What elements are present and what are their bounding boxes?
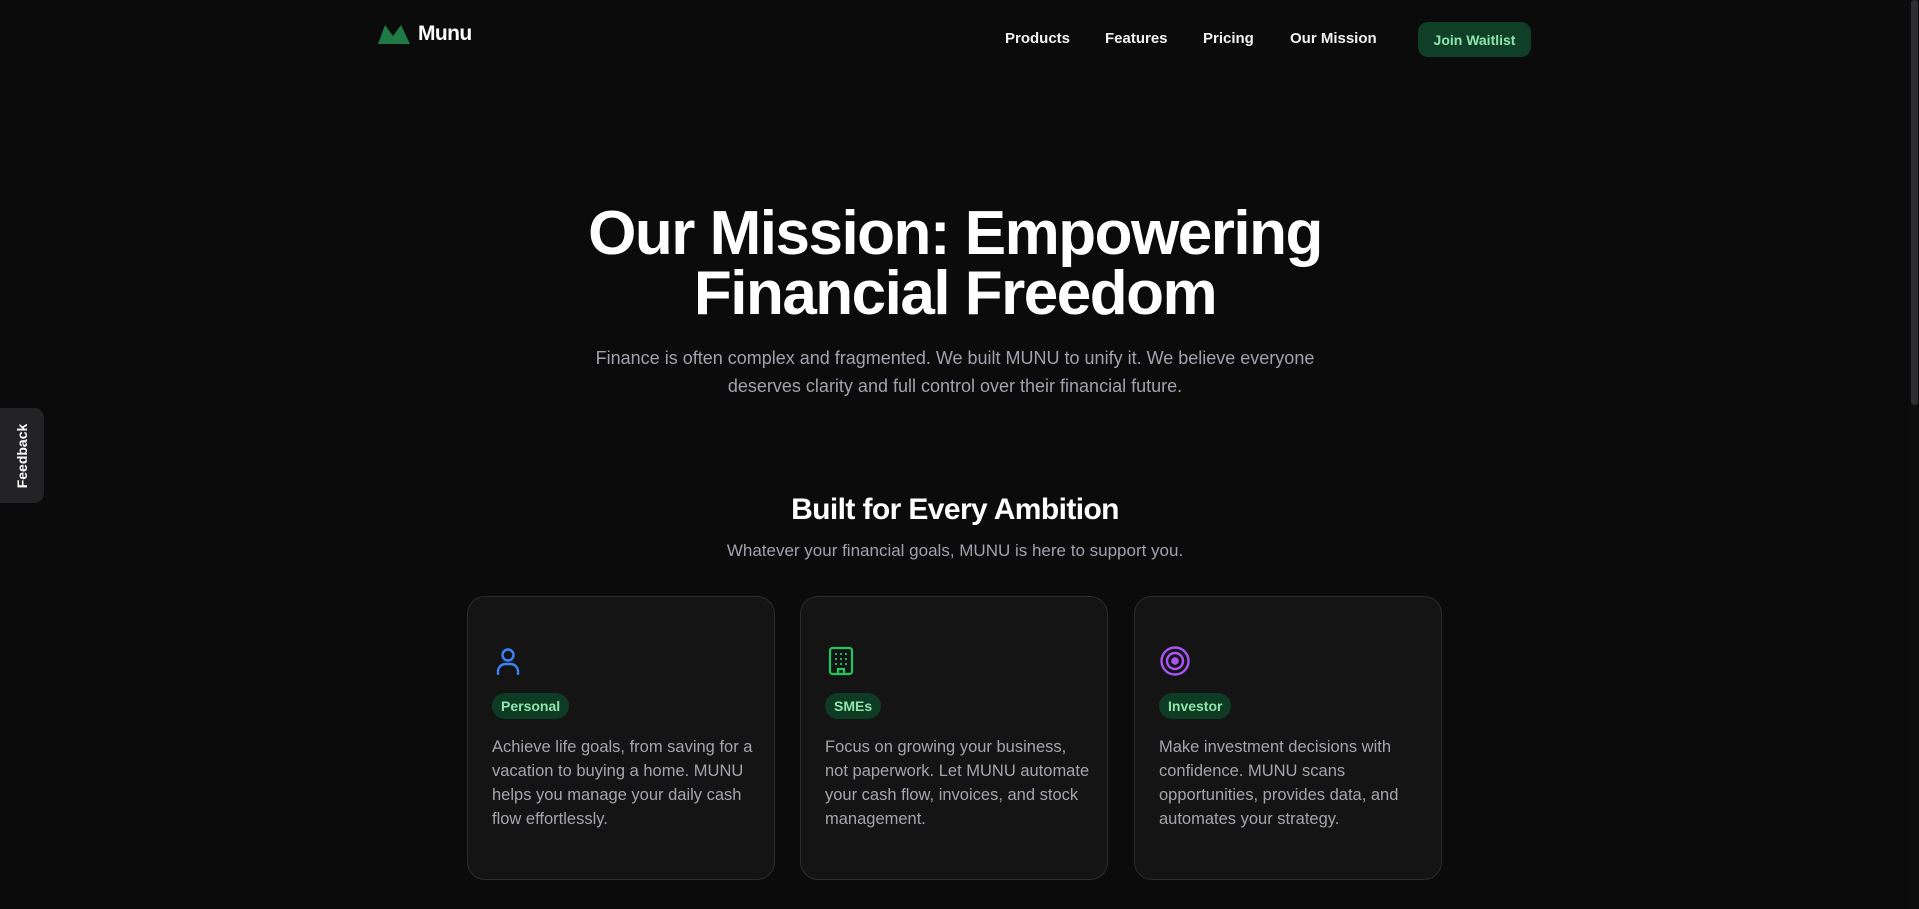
card-smes: SMEs Focus on growing your business, not…: [800, 596, 1108, 880]
building-icon: [825, 645, 857, 677]
card-description: Make investment decisions with confidenc…: [1159, 738, 1399, 828]
badge-personal: Personal: [492, 693, 570, 719]
nav-link-products[interactable]: Products: [1005, 30, 1070, 47]
section-title: Built for Every Ambition: [791, 493, 1119, 526]
scrollbar-thumb[interactable]: [1911, 0, 1918, 405]
join-waitlist-button[interactable]: Join Waitlist: [1418, 22, 1531, 57]
munu-logo-icon: [378, 25, 410, 44]
top-navbar: Munu Products Features Pricing Our Missi…: [0, 0, 1919, 80]
page-title-line-2: Financial Freedom: [693, 259, 1218, 328]
card-description: Focus on growing your business, not pape…: [825, 738, 1090, 828]
page-title: Our Mission: Empowering Financial Freedo…: [0, 199, 1910, 328]
hero-subtitle-line-1: Finance is often complex and fragmented.…: [595, 348, 1315, 368]
user-icon: [492, 645, 524, 677]
brand-name: Munu: [418, 22, 472, 45]
hero-subtitle: Finance is often complex and fragmented.…: [560, 344, 1350, 400]
card-description: Achieve life goals, from saving for a va…: [492, 738, 753, 828]
feedback-label: Feedback: [14, 423, 30, 488]
card-investor: Investor Make investment decisions with …: [1134, 596, 1442, 880]
badge-smes: SMEs: [825, 693, 882, 719]
feedback-tab[interactable]: Feedback: [0, 408, 44, 503]
nav-link-pricing[interactable]: Pricing: [1203, 30, 1254, 47]
card-personal: Personal Achieve life goals, from saving…: [467, 596, 775, 880]
brand-logo[interactable]: Munu: [378, 22, 472, 46]
target-icon: [1159, 645, 1191, 677]
section-subtitle: Whatever your financial goals, MUNU is h…: [726, 541, 1184, 560]
page-title-line-1: Our Mission: Empowering: [588, 199, 1323, 268]
badge-investor: Investor: [1159, 693, 1232, 719]
nav-link-features[interactable]: Features: [1105, 30, 1168, 47]
nav-link-our-mission[interactable]: Our Mission: [1290, 30, 1377, 47]
page-scrollbar[interactable]: [1909, 0, 1919, 909]
hero-subtitle-line-2: deserves clarity and full control over t…: [727, 376, 1183, 396]
